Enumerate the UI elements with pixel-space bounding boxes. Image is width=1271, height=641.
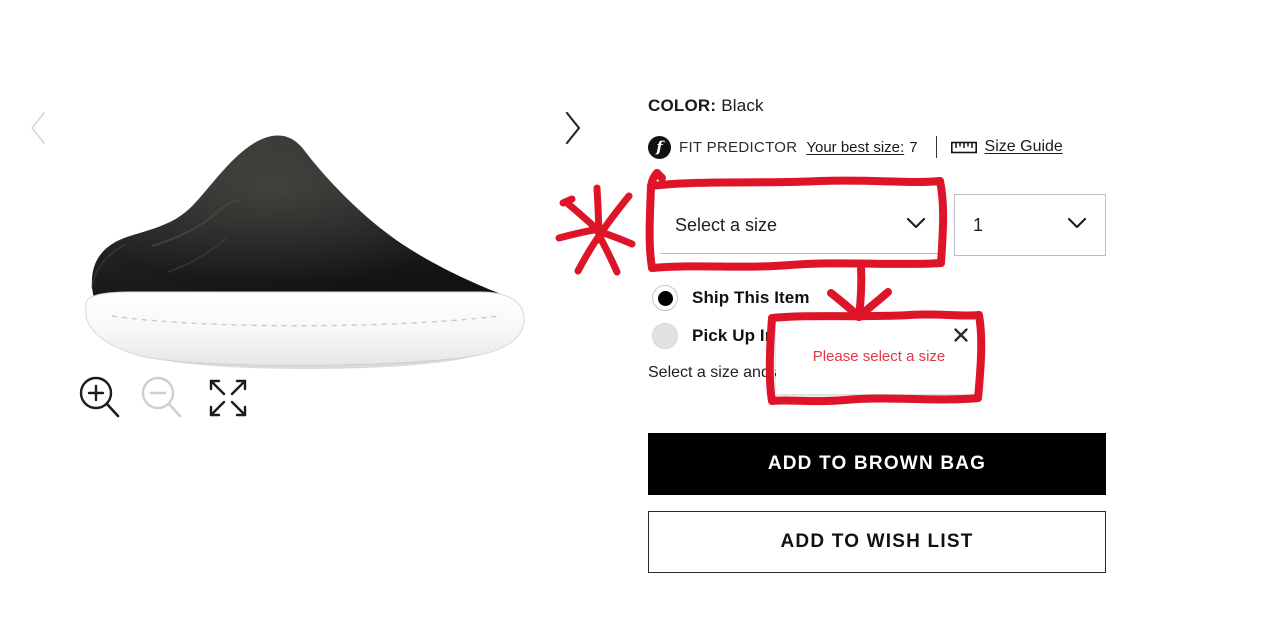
zoom-in-icon[interactable] [72,370,128,426]
quantity-select[interactable]: 1 [954,194,1106,256]
best-size-link[interactable]: Your best size: [806,139,904,156]
error-message: Please select a size [812,348,946,365]
product-image[interactable] [60,120,540,385]
radio-indicator-unselected [652,323,678,349]
add-to-bag-button[interactable]: ADD TO BROWN BAG [648,433,1106,495]
product-gallery [0,0,620,641]
chevron-left-icon[interactable] [18,104,58,152]
fit-predictor-icon: f [648,135,671,159]
fit-predictor-row: f FIT PREDICTOR Your best size: 7 Size G… [648,134,1063,160]
chevron-right-icon[interactable] [552,104,592,152]
quantity-value: 1 [973,214,984,235]
close-icon[interactable] [952,326,970,344]
size-guide-link[interactable]: Size Guide [985,138,1063,156]
radio-pick-up-in-store[interactable]: Pick Up In [652,323,775,349]
add-to-wish-list-button[interactable]: ADD TO WISH LIST [648,511,1106,573]
radio-label: Ship This Item [692,288,810,307]
size-select-value: Select a size [675,214,778,235]
radio-indicator-selected [652,285,678,311]
divider [935,136,937,158]
size-select[interactable]: Select a size [660,196,941,254]
image-zoom-controls [72,370,272,432]
fit-predictor-label: FIT PREDICTOR [679,138,798,156]
color-row: COLOR: Black [648,96,764,116]
chevron-down-icon [906,216,926,234]
radio-label: Pick Up In [692,326,776,345]
size-error-tooltip: Please select a size [776,316,982,394]
zoom-out-icon [134,370,190,426]
fullscreen-icon[interactable] [200,370,256,426]
best-size-value: 7 [909,138,918,156]
product-detail-page: COLOR: Black f FIT PREDICTOR Your best s… [0,0,1271,641]
ruler-icon [950,141,977,154]
color-value: Black [721,96,764,115]
color-label: COLOR: [648,96,717,115]
radio-ship-this-item[interactable]: Ship This Item [652,285,810,311]
chevron-down-icon [1067,216,1087,234]
